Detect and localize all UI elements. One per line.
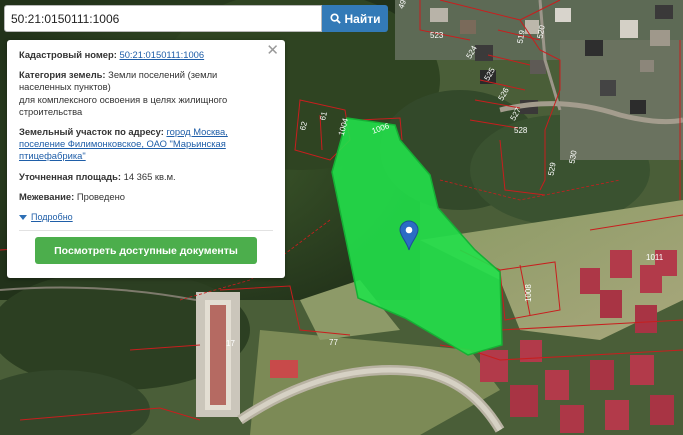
search-button-label: Найти — [344, 11, 381, 26]
parcel-label: 1008 — [524, 284, 533, 302]
parcel-label: 77 — [329, 338, 338, 347]
area-label: Уточненная площадь: — [19, 170, 122, 182]
parcel-label: 523 — [430, 31, 444, 40]
cadastral-number-link[interactable]: 50:21:0150111:1006 — [119, 49, 204, 60]
parcel-label: 528 — [514, 126, 528, 135]
survey-label: Межевание: — [19, 190, 75, 202]
details-toggle[interactable]: Подробно — [19, 211, 273, 223]
address-link[interactable]: город Москва, — [166, 126, 227, 137]
survey-value: Проведено — [76, 190, 125, 202]
cadastral-number-row: Кадастровый номер: 50:21:0150111:1006 — [19, 49, 273, 61]
view-documents-button[interactable]: Посмотреть доступные документы — [35, 237, 257, 265]
details-label: Подробно — [31, 212, 73, 223]
address-label: Земельный участок по адресу: — [19, 126, 164, 138]
parcel-info-panel: ✕ Кадастровый номер: 50:21:0150111:1006 … — [7, 40, 285, 278]
address-link[interactable]: птицефабрика" — [19, 150, 86, 161]
survey-row: Межевание: Проведено — [19, 191, 273, 203]
search-icon — [329, 13, 341, 24]
parcel-label: 1011 — [646, 253, 664, 262]
divider — [19, 230, 273, 232]
parcel-label: 17 — [226, 339, 235, 348]
land-category-value: населенных пунктов) — [19, 81, 111, 93]
search-input[interactable] — [4, 5, 322, 32]
area-value: 14 365 кв.м. — [123, 170, 176, 182]
address-link[interactable]: поселение Филимонковское, ОАО "Марьинска… — [19, 138, 226, 149]
cadastral-number-label: Кадастровый номер: — [19, 49, 117, 60]
search-bar: Найти — [4, 5, 392, 32]
residential-area — [560, 40, 683, 160]
land-category-value: строительства — [19, 105, 83, 117]
area-row: Уточненная площадь: 14 365 кв.м. — [19, 171, 273, 183]
search-button[interactable]: Найти — [322, 5, 388, 32]
close-icon[interactable]: ✕ — [266, 43, 279, 58]
land-category-value: для комплексного освоения в целях жилищн… — [19, 93, 228, 105]
triangle-down-icon — [19, 214, 27, 220]
land-category-row: Категория земель: Земли поселений (земли… — [19, 69, 273, 118]
address-row: Земельный участок по адресу: город Москв… — [19, 126, 273, 163]
land-category-label: Категория земель: — [19, 69, 106, 81]
land-category-value: Земли поселений (земли — [108, 69, 218, 81]
